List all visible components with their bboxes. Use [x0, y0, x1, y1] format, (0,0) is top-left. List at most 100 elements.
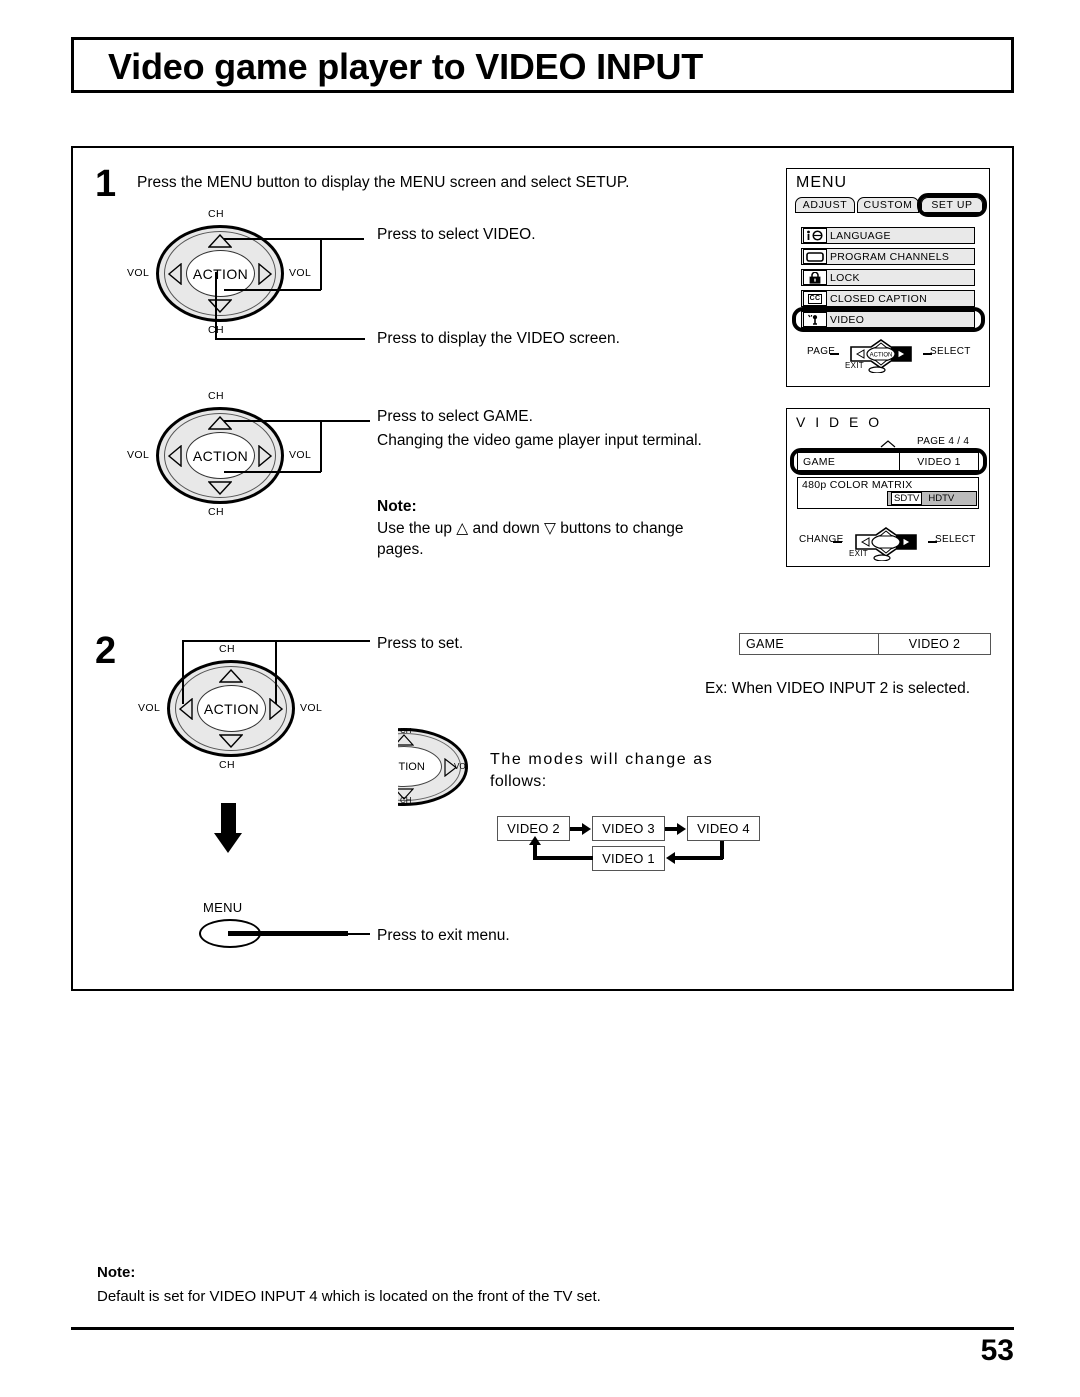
menu-item-video[interactable]: VIDEO [801, 311, 975, 328]
flow-arrow-head [677, 823, 686, 835]
down-arrow-icon-head [214, 833, 242, 853]
menu-item-closed-caption-label: LOCK [830, 271, 860, 284]
menu-item-lock[interactable]: LOCK [801, 269, 975, 286]
tab-adjust-label: ADJUST [802, 199, 848, 211]
page-title: Video game player to VIDEO INPUT [108, 46, 704, 87]
tab-adjust[interactable]: ADJUST [795, 197, 855, 213]
leader-line [224, 289, 321, 291]
dial-label-ch-bottom: CH [219, 759, 235, 771]
dial-label-vol-left: VOL [127, 267, 150, 279]
tab-setup[interactable]: SET UP [921, 197, 983, 213]
tv-screen-icon [803, 249, 827, 264]
dial-left-arrow-icon[interactable] [168, 263, 182, 285]
leader-line [275, 640, 277, 704]
video-row-color-matrix-label: 480p COLOR MATRIX [802, 479, 913, 491]
connector [830, 353, 839, 355]
leader-line [215, 338, 365, 340]
color-matrix-option-sdtv[interactable]: SDTV [891, 492, 923, 505]
flow-arrow-head [666, 852, 675, 864]
menu-item-program-channels[interactable]: PROGRAM CHANNELS [801, 248, 975, 265]
leader-line [224, 471, 321, 473]
video-osd-panel: V I D E O PAGE 4 / 4 GAME VIDEO 1 480p C… [786, 408, 990, 567]
dial-down-arrow-icon[interactable] [208, 299, 232, 313]
tv-screen-icon-glyph [806, 251, 824, 262]
step-2-modes-line-2: follows: [490, 773, 547, 790]
closed-caption-icon-glyph: CC [807, 293, 823, 304]
dial-label-ch-bottom: CH [400, 796, 412, 805]
video-row-game[interactable]: GAME VIDEO 1 [797, 452, 979, 471]
leader-line [182, 640, 370, 642]
dial-up-arrow-icon[interactable] [208, 234, 232, 248]
leader-line [182, 640, 184, 704]
step-1-callout-2: Press to display the VIDEO screen. [377, 330, 620, 347]
dial-label-ch-top: CH [219, 643, 235, 655]
flow-arrow-head [582, 823, 591, 835]
manual-page: Video game player to VIDEO INPUT 1 Press… [0, 0, 1080, 1397]
step-1-note-line-1: Use the up △ and down ▽ buttons to chang… [377, 520, 684, 537]
dial-up-arrow-icon[interactable] [219, 669, 243, 683]
menu-footer-select-label: SELECT [930, 346, 971, 357]
video-footer-select-label: SELECT [935, 534, 976, 545]
connector [833, 541, 842, 543]
color-matrix-option-hdtv[interactable]: HDTV [928, 493, 954, 504]
dial-up-arrow-icon[interactable] [208, 416, 232, 430]
dial-label-vol-left: VOL [138, 702, 161, 714]
page-up-caret-icon [880, 440, 896, 448]
leader-line [345, 933, 370, 935]
tab-setup-label: SET UP [931, 199, 973, 211]
dial-label-vol-right: VOL [454, 762, 468, 771]
dial-right-arrow-icon[interactable] [258, 445, 272, 467]
menu-item-closed-caption[interactable]: CC CLOSED CAPTION [801, 290, 975, 307]
dial-left-arrow-icon[interactable] [168, 445, 182, 467]
flow-box-video-3: VIDEO 3 [592, 816, 665, 841]
dial-up-arrow-icon[interactable] [398, 734, 414, 746]
menu-footer-page-label: PAGE [807, 346, 836, 357]
bottom-note-label: Note: [97, 1264, 136, 1281]
menu-osd-panel: MENU ADJUST CUSTOM SET UP LANGUAGE PROGR… [786, 168, 990, 387]
dial-label-vol-left: VOL [127, 449, 150, 461]
step-1-callout-3: Press to select GAME. [377, 408, 533, 425]
dial-label-ch-bottom: CH [208, 506, 224, 518]
menu-item-video-label: VIDEO [830, 313, 865, 326]
leader-line [215, 272, 217, 339]
dial-down-arrow-icon[interactable] [219, 734, 243, 748]
menu-footer-action-pad-icon: ACTION [850, 339, 912, 373]
action-button-label: ACTION [192, 265, 249, 282]
dial-right-arrow-icon[interactable] [258, 263, 272, 285]
leader-line [320, 420, 322, 472]
remote-dial-partial[interactable]: ACTION CH CH VOL [398, 728, 468, 806]
action-button-label: ACTION [192, 447, 249, 464]
video-footer-change-label: CHANGE [799, 534, 844, 545]
footer-divider [71, 1327, 1014, 1330]
bottom-note-text: Default is set for VIDEO INPUT 4 which i… [97, 1288, 601, 1305]
step-1-note-line-2: pages. [377, 541, 424, 558]
action-button-label: ACTION [203, 700, 260, 717]
flow-connector [533, 856, 593, 860]
video-page-indicator: PAGE 4 / 4 [917, 436, 970, 447]
flow-connector [675, 856, 723, 860]
tab-custom[interactable]: CUSTOM [857, 197, 919, 213]
video-hand-icon-glyph [808, 314, 818, 325]
menu-item-lock-label: CLOSED CAPTION [830, 292, 927, 305]
dial-label-ch-top: CH [400, 728, 412, 735]
video-row-color-matrix-selector[interactable]: SDTV HDTV [887, 491, 977, 506]
step-2-callout-1: Press to set. [377, 635, 464, 652]
game-result-box: GAME VIDEO 2 [739, 633, 991, 655]
menu-osd-title: MENU [796, 174, 848, 191]
leader-line [224, 420, 370, 422]
action-button[interactable]: ACTION [197, 685, 266, 732]
video-row-game-label: GAME [798, 453, 900, 470]
dial-label-vol-right: VOL [300, 702, 323, 714]
video-footer-action-pad-icon [855, 527, 917, 561]
language-icon [803, 228, 827, 243]
menu-button-label: MENU [203, 900, 243, 915]
game-result-value: VIDEO 2 [908, 637, 961, 651]
closed-caption-icon: CC [803, 291, 827, 306]
leader-line [224, 238, 364, 240]
tab-custom-label: CUSTOM [863, 199, 913, 211]
dial-down-arrow-icon[interactable] [208, 481, 232, 495]
step-1-callout-4: Changing the video game player input ter… [377, 432, 702, 449]
menu-item-language[interactable]: LANGUAGE [801, 227, 975, 244]
step-2-number: 2 [95, 630, 117, 672]
step-1-callout-1: Press to select VIDEO. [377, 226, 536, 243]
